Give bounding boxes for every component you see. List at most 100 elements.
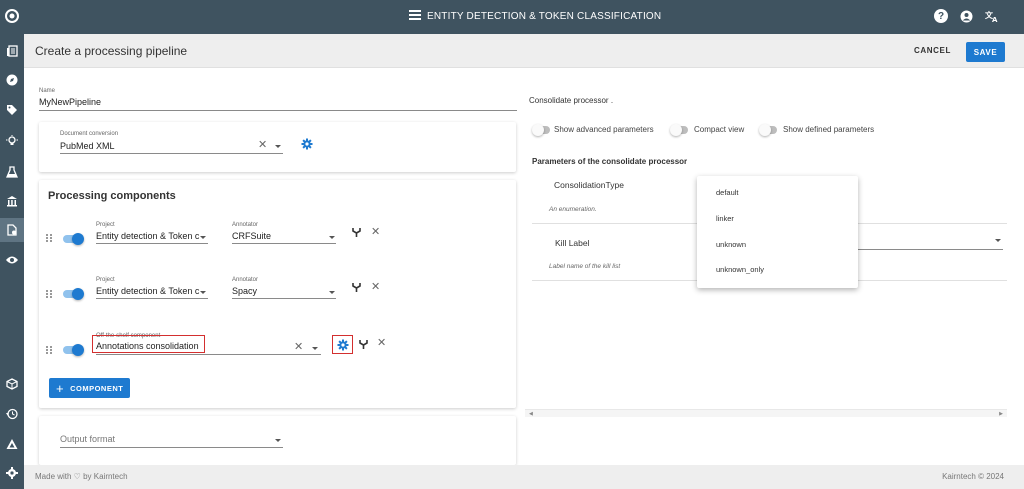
chevron-down-icon[interactable]	[312, 347, 318, 350]
output-format-card: Output format	[39, 416, 516, 465]
annotator-underline	[232, 243, 336, 244]
bulb-icon[interactable]	[4, 133, 20, 149]
annotator-select[interactable]: Spacy	[232, 286, 257, 296]
pipeline-icon[interactable]	[0, 218, 24, 242]
chevron-down-icon[interactable]	[329, 236, 335, 239]
settings-icon[interactable]	[4, 465, 20, 481]
annotator-label: Annotator	[232, 222, 259, 228]
component-enabled-toggle[interactable]	[63, 233, 84, 245]
show-advanced-toggle[interactable]	[532, 124, 550, 136]
gear-icon[interactable]	[337, 339, 349, 351]
flask-icon[interactable]	[4, 164, 20, 180]
show-defined-label: Show defined parameters	[783, 125, 875, 134]
chevron-down-icon[interactable]	[995, 239, 1001, 242]
page-title: Create a processing pipeline	[35, 44, 188, 58]
output-format-underline	[60, 447, 283, 448]
component-enabled-toggle[interactable]	[63, 288, 84, 300]
scroll-right-icon[interactable]: ▶	[999, 411, 1003, 417]
param-desc-consolidation-type: An enumeration.	[549, 206, 597, 213]
processor-title: Consolidate processor .	[529, 96, 614, 105]
add-component-label: COMPONENT	[70, 383, 124, 393]
remove-component-icon[interactable]: ✕	[377, 338, 386, 349]
triangle-icon[interactable]	[4, 436, 20, 452]
eye-icon[interactable]	[4, 252, 20, 268]
param-name-consolidation-type: ConsolidationType	[554, 180, 624, 190]
compact-view-toggle[interactable]	[670, 124, 688, 136]
document-conversion-select[interactable]: PubMed XML	[60, 141, 115, 151]
footer-copyright: Kairntech © 2024	[942, 472, 1004, 481]
top-app-bar: ENTITY DETECTION & TOKEN CLASSIFICATION …	[24, 0, 1024, 34]
drag-handle-icon[interactable]	[46, 234, 52, 242]
left-nav-rail	[0, 0, 24, 489]
processing-components-card: Processing components Project Entity det…	[39, 180, 516, 408]
drag-handle-icon[interactable]	[46, 346, 52, 354]
remove-component-icon[interactable]: ✕	[371, 227, 380, 238]
cube-icon[interactable]	[4, 376, 20, 392]
consolidation-type-dropdown: default linker unknown unknown_only	[697, 176, 858, 288]
cancel-button[interactable]: CANCEL	[914, 46, 951, 55]
svg-text:A: A	[992, 16, 998, 23]
project-label: Project	[96, 277, 115, 283]
component-enabled-toggle[interactable]	[63, 344, 84, 356]
param-name-kill-label: Kill Label	[555, 238, 590, 248]
app-title: ENTITY DETECTION & TOKEN CLASSIFICATION	[427, 11, 662, 22]
library-icon[interactable]	[4, 193, 20, 209]
scroll-left-icon[interactable]: ◀	[529, 411, 533, 417]
fork-icon[interactable]	[352, 283, 361, 292]
show-advanced-label: Show advanced parameters	[554, 125, 654, 134]
name-field-underline	[39, 110, 517, 111]
chevron-down-icon[interactable]	[275, 439, 281, 442]
param-desc-kill-label: Label name of the kill list	[549, 263, 621, 270]
dropdown-option[interactable]: unknown	[716, 240, 746, 249]
off-the-shelf-component-select[interactable]: Annotations consolidation	[96, 341, 199, 351]
save-button[interactable]: SAVE	[966, 42, 1005, 62]
document-conversion-label: Document conversion	[60, 131, 119, 137]
name-field-label: Name	[39, 88, 56, 94]
document-conversion-card: Document conversion PubMed XML ✕	[39, 122, 516, 172]
clear-icon[interactable]: ✕	[258, 140, 267, 151]
fork-icon[interactable]	[359, 340, 368, 349]
processing-components-title: Processing components	[48, 190, 176, 202]
dropdown-option[interactable]: unknown_only	[716, 265, 764, 274]
annotator-select[interactable]: CRFSuite	[232, 231, 271, 241]
horizontal-scrollbar[interactable]: ◀ ▶	[525, 409, 1007, 417]
plus-icon: +	[56, 380, 65, 396]
project-select[interactable]: Entity detection & Token c	[96, 231, 199, 241]
help-icon[interactable]: ?	[934, 9, 948, 23]
dropdown-option[interactable]: linker	[716, 214, 734, 223]
output-format-select[interactable]: Output format	[60, 434, 115, 444]
annotator-underline	[232, 298, 336, 299]
chevron-down-icon[interactable]	[275, 145, 281, 148]
compact-view-label: Compact view	[694, 125, 745, 134]
show-defined-toggle[interactable]	[759, 124, 777, 136]
drag-handle-icon[interactable]	[46, 290, 52, 298]
name-field-input[interactable]: MyNewPipeline	[39, 97, 101, 107]
project-select[interactable]: Entity detection & Token c	[96, 286, 199, 296]
gear-icon[interactable]	[301, 138, 313, 150]
fork-icon[interactable]	[352, 228, 361, 237]
logo-icon[interactable]	[4, 8, 20, 24]
params-title: Parameters of the consolidate processor	[532, 157, 688, 166]
chevron-down-icon[interactable]	[200, 236, 206, 239]
chevron-down-icon[interactable]	[329, 291, 335, 294]
documents-icon[interactable]	[4, 43, 20, 59]
explore-icon[interactable]	[4, 72, 20, 88]
clear-icon[interactable]: ✕	[294, 342, 303, 353]
translate-icon[interactable]: 文A	[985, 9, 999, 23]
project-label: Project	[96, 222, 115, 228]
add-component-button[interactable]: + COMPONENT	[49, 378, 130, 398]
page-header: Create a processing pipeline CANCEL SAVE	[24, 34, 1024, 68]
dropdown-option[interactable]: default	[716, 188, 739, 197]
kill-label-underline	[858, 249, 1003, 250]
history-icon[interactable]	[4, 406, 20, 422]
component-underline	[96, 354, 321, 355]
footer-credit: Made with ♡ by Kairntech	[35, 472, 128, 481]
hamburger-menu-icon[interactable]	[409, 10, 421, 20]
account-icon[interactable]	[959, 9, 973, 23]
annotator-label: Annotator	[232, 277, 259, 283]
tags-icon[interactable]	[4, 102, 20, 118]
chevron-down-icon[interactable]	[200, 291, 206, 294]
main-content: Name MyNewPipeline Document conversion P…	[24, 68, 1024, 465]
remove-component-icon[interactable]: ✕	[371, 282, 380, 293]
document-conversion-underline	[60, 153, 283, 154]
